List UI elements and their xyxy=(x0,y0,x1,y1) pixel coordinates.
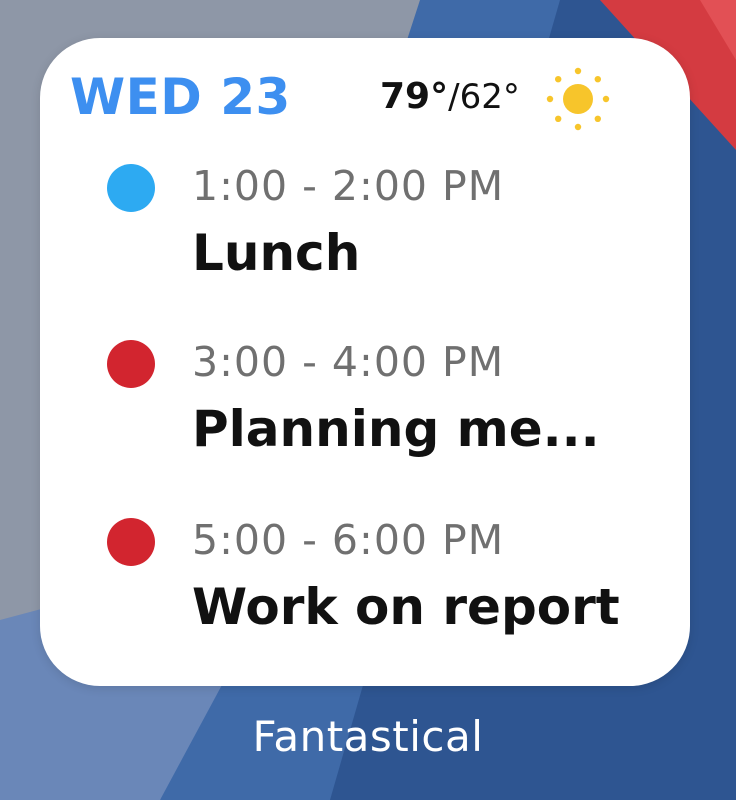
event-title: Lunch xyxy=(192,224,361,282)
event-time: 3:00 - 4:00 PM xyxy=(192,338,505,386)
temperature-low: /62° xyxy=(448,77,520,117)
event-color-dot xyxy=(107,518,155,566)
event-title: Work on report xyxy=(192,578,620,636)
event-color-dot xyxy=(107,340,155,388)
weather-temperatures: 79° /62° xyxy=(380,76,520,117)
sun-icon xyxy=(546,67,610,131)
date-label: WED 23 xyxy=(70,68,291,126)
event-title: Planning me... xyxy=(192,400,600,458)
temperature-high: 79° xyxy=(380,76,449,117)
widget-header: WED 23 xyxy=(70,62,291,132)
event-time: 1:00 - 2:00 PM xyxy=(192,162,505,210)
app-name-label: Fantastical xyxy=(252,712,484,761)
event-time: 5:00 - 6:00 PM xyxy=(192,516,505,564)
event-color-dot xyxy=(107,164,155,212)
